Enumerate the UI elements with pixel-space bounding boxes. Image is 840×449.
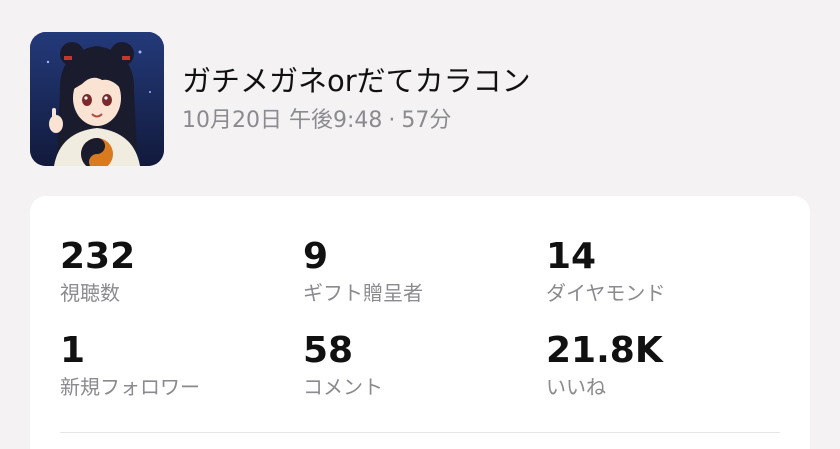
stat-label: 新規フォロワー bbox=[60, 375, 200, 399]
stat-value: 232 bbox=[60, 236, 136, 277]
stat-value: 21.8K bbox=[546, 330, 663, 371]
stream-avatar bbox=[30, 32, 164, 166]
stat-value: 9 bbox=[303, 236, 329, 277]
stat-label: いいね bbox=[546, 375, 606, 399]
card-divider bbox=[60, 432, 780, 433]
stat-label: 視聴数 bbox=[60, 281, 120, 305]
stats-grid: 232 視聴数 9 ギフト贈呈者 14 ダイヤモンド 1 新規フォロワー 58 … bbox=[60, 236, 780, 424]
meta-separator: · bbox=[388, 108, 396, 133]
stat-label: ダイヤモンド bbox=[546, 281, 666, 305]
live-summary-screen: ガチメガネorだてカラコン 10月20日 午後9:48 · 57分 232 視聴数 … bbox=[0, 0, 840, 449]
stat-views: 232 視聴数 bbox=[60, 236, 303, 330]
stat-comments: 58 コメント bbox=[303, 330, 546, 424]
stat-value: 58 bbox=[303, 330, 354, 371]
stat-new-followers: 1 新規フォロワー bbox=[60, 330, 303, 424]
stat-value: 14 bbox=[546, 236, 597, 277]
stat-label: ギフト贈呈者 bbox=[303, 281, 423, 305]
stat-diamonds: 14 ダイヤモンド bbox=[546, 236, 780, 330]
stream-duration: 57分 bbox=[401, 108, 452, 133]
stat-likes: 21.8K いいね bbox=[546, 330, 780, 424]
stat-gifters: 9 ギフト贈呈者 bbox=[303, 236, 546, 330]
stats-card: 232 視聴数 9 ギフト贈呈者 14 ダイヤモンド 1 新規フォロワー 58 … bbox=[30, 196, 810, 449]
stream-header: ガチメガネorだてカラコン 10月20日 午後9:48 · 57分 bbox=[30, 32, 531, 166]
stream-info: ガチメガネorだてカラコン 10月20日 午後9:48 · 57分 bbox=[182, 63, 531, 135]
stream-meta: 10月20日 午後9:48 · 57分 bbox=[182, 107, 531, 135]
stream-date-time: 10月20日 午後9:48 bbox=[182, 108, 383, 133]
stat-label: コメント bbox=[303, 375, 383, 399]
stat-value: 1 bbox=[60, 330, 86, 371]
stream-title: ガチメガネorだてカラコン bbox=[182, 64, 531, 98]
